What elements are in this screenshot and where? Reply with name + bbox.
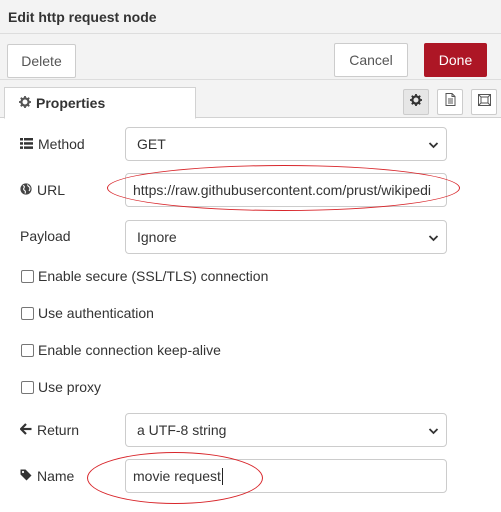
name-label: Name [20,466,74,486]
return-label-text: Return [37,422,80,438]
auth-checkbox-label: Use authentication [38,305,154,321]
payload-label: Payload [20,226,71,246]
url-label-text: URL [37,182,66,198]
list-icon [20,136,33,152]
cancel-button[interactable]: Cancel [334,43,408,77]
description-tab-button[interactable] [437,89,463,115]
url-input[interactable]: https://raw.githubusercontent.com/prust/… [125,173,447,207]
done-button[interactable]: Done [424,43,487,77]
proxy-checkbox-label: Use proxy [38,379,102,395]
name-input[interactable]: movie request [125,459,447,493]
ssl-checkbox[interactable] [21,269,34,283]
keepalive-checkbox-label: Enable connection keep-alive [38,342,221,358]
ssl-checkbox-label: Enable secure (SSL/TLS) connection [38,268,269,284]
appearance-tab-button[interactable] [471,89,497,115]
frame-icon [477,93,491,111]
keepalive-checkbox[interactable] [21,343,34,357]
globe-icon [20,182,32,198]
tag-icon [20,468,32,484]
text-cursor [221,467,223,485]
delete-button[interactable]: Delete [7,44,76,78]
tab-properties[interactable]: Properties [4,87,196,119]
payload-label-text: Payload [20,228,71,244]
return-label: Return [19,420,80,440]
method-value: GET [137,136,166,152]
chevron-down-icon [428,424,439,441]
method-label: Method [20,134,85,154]
tab-properties-label: Properties [36,95,106,111]
return-value: a UTF-8 string [137,422,227,438]
return-select[interactable]: a UTF-8 string [125,413,447,447]
gear-icon [410,93,422,111]
auth-checkbox[interactable] [21,306,34,320]
proxy-checkbox[interactable] [21,380,34,394]
keepalive-checkbox-row: Enable connection keep-alive [21,340,221,360]
method-select[interactable]: GET [125,127,447,161]
url-label: URL [20,180,65,200]
gear-icon [19,95,31,111]
payload-value: Ignore [137,229,177,245]
chevron-down-icon [428,138,439,155]
ssl-checkbox-row: Enable secure (SSL/TLS) connection [21,266,268,286]
name-value: movie request [133,468,221,484]
settings-tab-button[interactable] [403,89,429,115]
dialog-title: Edit http request node [0,0,501,34]
method-label-text: Method [38,136,85,152]
proxy-checkbox-row: Use proxy [21,377,101,397]
arrow-left-icon [19,422,32,438]
chevron-down-icon [428,231,439,248]
auth-checkbox-row: Use authentication [21,303,154,323]
url-value: https://raw.githubusercontent.com/prust/… [133,182,432,198]
document-icon [445,93,456,111]
payload-select[interactable]: Ignore [125,220,447,254]
dialog-title-text: Edit http request node [8,9,157,25]
name-label-text: Name [37,468,75,484]
